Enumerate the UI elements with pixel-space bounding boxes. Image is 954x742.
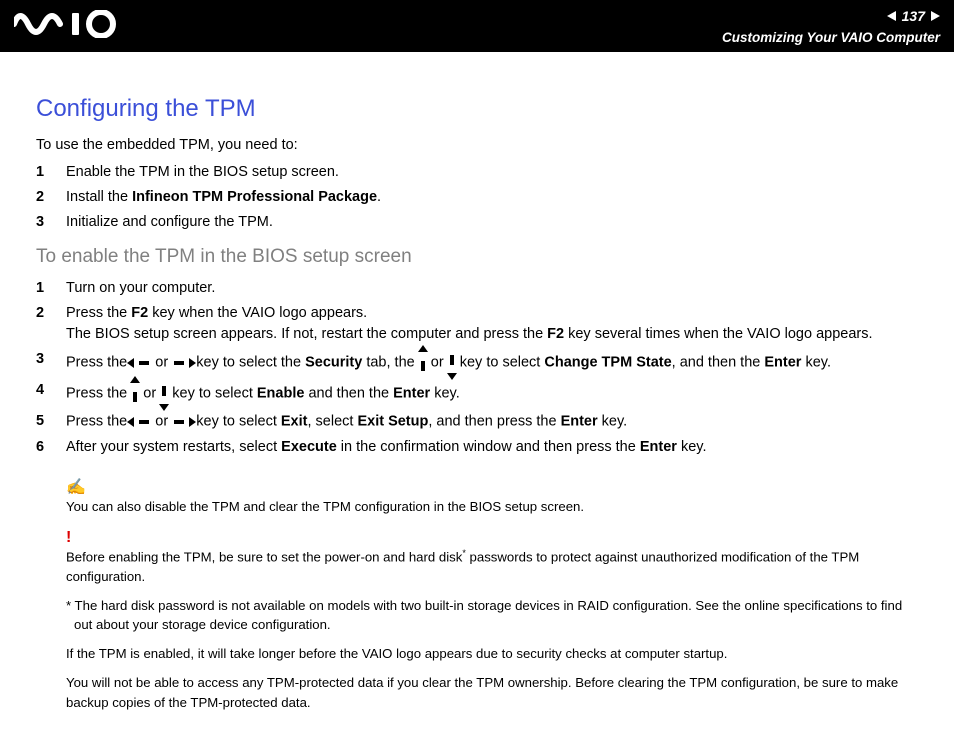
subsection-title: To enable the TPM in the BIOS setup scre… [36,243,922,271]
footnote-text: * The hard disk password is not availabl… [66,596,922,634]
note-text: You can also disable the TPM and clear t… [66,497,922,516]
list-item: 2 Press the F2 key when the VAIO logo ap… [36,303,922,345]
list-item: 3 Press the or key to select the Securit… [36,349,922,376]
arrow-up-icon [133,380,137,407]
page-title: Configuring the TPM [36,92,922,127]
list-item: 4 Press the or key to select Enable and … [36,380,922,407]
arrow-left-icon [133,411,149,432]
warning-icon: ! [66,526,922,549]
note-text: Before enabling the TPM, be sure to set … [66,547,922,586]
arrow-down-icon [162,380,166,407]
list-item: 5 Press the or key to select Exit, selec… [36,411,922,432]
list-item: 1 Turn on your computer. [36,278,922,299]
note-icon: ✍ [66,476,922,499]
list-item: 2 Install the Infineon TPM Professional … [36,187,922,208]
vaio-logo [14,10,124,38]
list-item: 1 Enable the TPM in the BIOS setup scree… [36,162,922,183]
steps-list-2: 1 Turn on your computer. 2 Press the F2 … [36,278,922,457]
list-item: 6 After your system restarts, select Exe… [36,437,922,458]
page-header: 137 Customizing Your VAIO Computer [0,0,954,52]
page-nav: 137 Customizing Your VAIO Computer [722,6,940,48]
page-number: 137 [900,6,927,26]
arrow-down-icon [450,349,454,376]
next-page-icon[interactable] [931,11,940,21]
note-text: If the TPM is enabled, it will take long… [66,644,922,663]
arrow-right-icon [174,352,190,373]
section-label: Customizing Your VAIO Computer [722,28,940,48]
intro-text: To use the embedded TPM, you need to: [36,135,922,156]
list-item: 3 Initialize and configure the TPM. [36,212,922,233]
page-content: Configuring the TPM To use the embedded … [0,52,954,742]
arrow-left-icon [133,352,149,373]
arrow-right-icon [174,411,190,432]
note-text: You will not be able to access any TPM-p… [66,673,922,711]
prev-page-icon[interactable] [887,11,896,21]
arrow-up-icon [421,349,425,376]
notes-section: ✍ You can also disable the TPM and clear… [36,476,922,712]
steps-list-1: 1 Enable the TPM in the BIOS setup scree… [36,162,922,233]
